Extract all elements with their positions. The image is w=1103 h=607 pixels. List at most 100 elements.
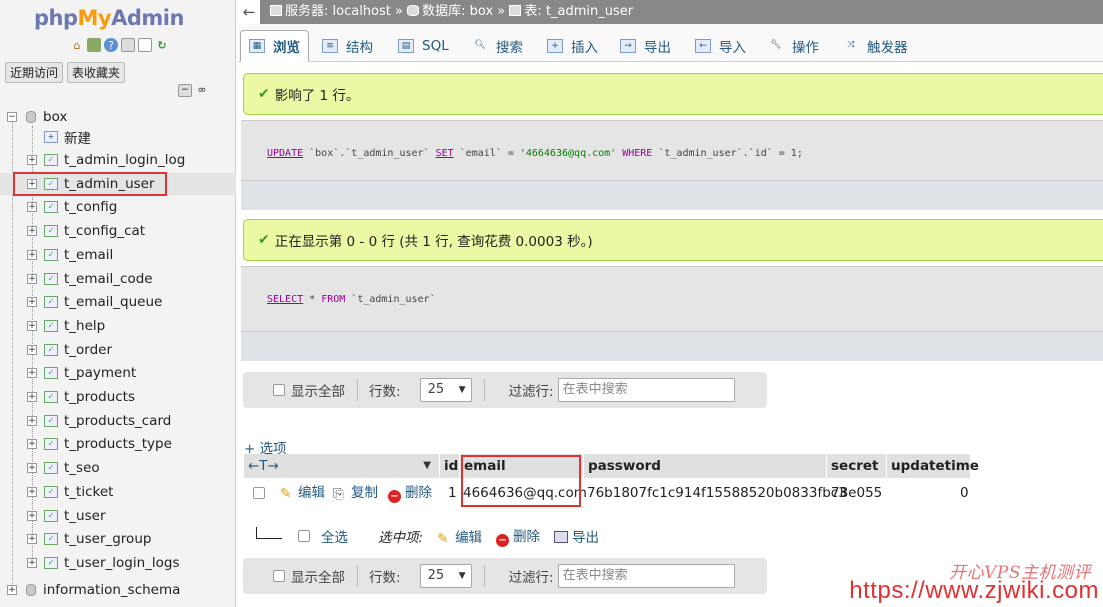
tab-search[interactable]: 🔍︎ 搜索 (464, 30, 531, 62)
table-name[interactable]: t_user_group (64, 531, 151, 547)
table-icon[interactable]: ✓ (44, 391, 58, 403)
table-icon[interactable]: ✓ (44, 248, 58, 261)
table-icon[interactable]: ✓ (44, 225, 58, 238)
tab-operations[interactable]: 🔧︎ 操作 (760, 30, 827, 62)
tree-item-t-admin-login-log[interactable]: + ✓ t_admin_login_log (0, 149, 236, 171)
tree-item-t-help[interactable]: + ✓ t_help (0, 315, 236, 337)
tree-item-t-user[interactable]: + ✓ t_user (0, 505, 236, 527)
logout-icon[interactable] (87, 38, 101, 52)
table-icon[interactable]: ✓ (44, 414, 58, 427)
collapse-all-icon[interactable]: − (178, 84, 192, 97)
expand-icon[interactable]: + (27, 320, 37, 331)
table-name[interactable]: t_products_type (64, 436, 172, 452)
delete-row-link[interactable]: − 删除 (388, 481, 432, 505)
docs-icon[interactable] (121, 38, 135, 52)
tree-item-t-order[interactable]: + ✓ t_order (0, 339, 236, 361)
tree-item-t-seo[interactable]: + ✓ t_seo (0, 457, 236, 479)
table-icon[interactable]: ✓ (44, 462, 58, 475)
table-name[interactable]: t_user (64, 508, 106, 524)
rows-select[interactable]: 25 (419, 564, 472, 588)
tree-item-t-user-login-logs[interactable]: + ✓ t_user_login_logs (0, 552, 236, 574)
db-row-box[interactable]: − box (0, 106, 236, 128)
expand-icon[interactable]: + (27, 344, 37, 355)
table-icon[interactable]: ✓ (44, 367, 58, 380)
expand-icon[interactable]: + (27, 273, 37, 284)
table-icon[interactable]: ✓ (44, 272, 58, 285)
table-name[interactable]: t_email (64, 247, 113, 263)
expand-icon[interactable]: + (27, 249, 37, 260)
column-header-password[interactable]: password (584, 454, 827, 478)
table-icon[interactable]: ✓ (44, 296, 58, 309)
expand-icon[interactable]: + (27, 226, 37, 237)
dropdown-icon[interactable]: ▼ (423, 454, 431, 478)
tree-item-t-products-card[interactable]: + ✓ t_products_card (0, 410, 236, 432)
show-all-checkbox[interactable] (273, 570, 285, 582)
table-name[interactable]: t_help (64, 318, 105, 334)
expand-icon[interactable]: + (27, 486, 37, 497)
table-icon[interactable]: ✓ (44, 201, 58, 214)
table-name[interactable]: t_config_cat (64, 223, 145, 239)
table-name[interactable]: t_products (64, 389, 135, 405)
table-icon[interactable]: ✓ (44, 485, 58, 498)
phpmyadmin-logo[interactable]: phpMyAdmin (34, 6, 184, 30)
breadcrumb-database[interactable]: 数据库: box (422, 4, 493, 19)
expand-icon[interactable]: + (27, 392, 37, 402)
table-name[interactable]: t_email_code (64, 271, 153, 287)
table-name[interactable]: t_user_login_logs (64, 555, 180, 571)
tree-item-t-config[interactable]: + ✓ t_config (0, 196, 236, 218)
cell-password[interactable]: 76b1807fc1c914f15588520b0833fbc3 (587, 481, 847, 505)
home-icon[interactable]: ⌂ (70, 38, 84, 52)
tab-export[interactable]: → 导出 (612, 30, 679, 62)
expand-icon[interactable]: + (27, 155, 37, 165)
cell-secret[interactable]: 78e055 (831, 481, 882, 505)
expand-icon[interactable]: + (27, 463, 37, 474)
expand-icon[interactable]: + (7, 585, 17, 595)
cell-id[interactable]: 1 (448, 481, 457, 505)
filter-input[interactable]: 在表中搜索 (557, 564, 735, 588)
tab-triggers[interactable]: ⤨ 触发器 (835, 30, 916, 62)
recent-button[interactable]: 近期访问 (5, 62, 64, 83)
table-name[interactable]: t_products_card (64, 413, 171, 429)
bulk-export-link[interactable]: 导出 (554, 526, 599, 546)
expand-icon[interactable]: + (27, 297, 37, 308)
table-icon[interactable]: ✓ (44, 154, 58, 166)
collapse-nav-icon[interactable]: ← (238, 0, 260, 24)
favorites-button[interactable]: 表收藏夹 (67, 62, 126, 83)
select-all-checkbox[interactable] (298, 530, 310, 542)
tab-import[interactable]: ← 导入 (687, 30, 754, 62)
table-name[interactable]: t_ticket (64, 484, 113, 500)
expand-icon[interactable]: + (27, 439, 37, 450)
db-name[interactable]: box (43, 109, 67, 125)
tree-item-t-products[interactable]: + ✓ t_products (0, 386, 236, 408)
expand-icon[interactable]: + (27, 368, 37, 379)
expand-icon[interactable]: + (27, 510, 37, 521)
table-icon[interactable]: ✓ (44, 556, 58, 569)
table-icon[interactable]: ✓ (44, 509, 58, 522)
tree-item-t-payment[interactable]: + ✓ t_payment (0, 362, 236, 384)
settings-icon[interactable] (138, 38, 152, 52)
db-row-information-schema[interactable]: + information_schema (0, 579, 236, 601)
column-header-secret[interactable]: secret (827, 454, 887, 478)
breadcrumb-table[interactable]: 表: t_admin_user (524, 4, 633, 19)
edit-row-link[interactable]: ✎ 编辑 (280, 481, 325, 505)
table-icon[interactable]: ✓ (44, 343, 58, 356)
tree-item-t-products-type[interactable]: + ✓ t_products_type (0, 433, 236, 455)
table-icon[interactable]: ✓ (44, 533, 58, 546)
table-name[interactable]: t_order (64, 342, 112, 358)
tree-item-t-config-cat[interactable]: + ✓ t_config_cat (0, 220, 236, 242)
new-label[interactable]: 新建 (64, 127, 91, 147)
table-name[interactable]: t_seo (64, 460, 100, 476)
tree-item-t-email[interactable]: + ✓ t_email (0, 244, 236, 266)
table-name[interactable]: t_payment (64, 365, 136, 381)
tab-browse[interactable]: ▦ 浏览 (240, 30, 309, 62)
table-icon[interactable]: ✓ (44, 438, 58, 451)
tree-item-t-email-queue[interactable]: + ✓ t_email_queue (0, 291, 236, 313)
link-icon[interactable]: ∞ (195, 84, 209, 97)
tab-structure[interactable]: ≡ 结构 (314, 30, 381, 62)
rows-select[interactable]: 25 (419, 378, 472, 402)
tree-item-new[interactable]: + 新建 (0, 126, 236, 148)
column-header-id[interactable]: id (440, 454, 460, 478)
sort-header[interactable]: ←T→ ▼ (244, 454, 440, 478)
tree-item-t-user-group[interactable]: + ✓ t_user_group (0, 528, 236, 550)
bulk-delete-link[interactable]: − 删除 (496, 525, 540, 547)
